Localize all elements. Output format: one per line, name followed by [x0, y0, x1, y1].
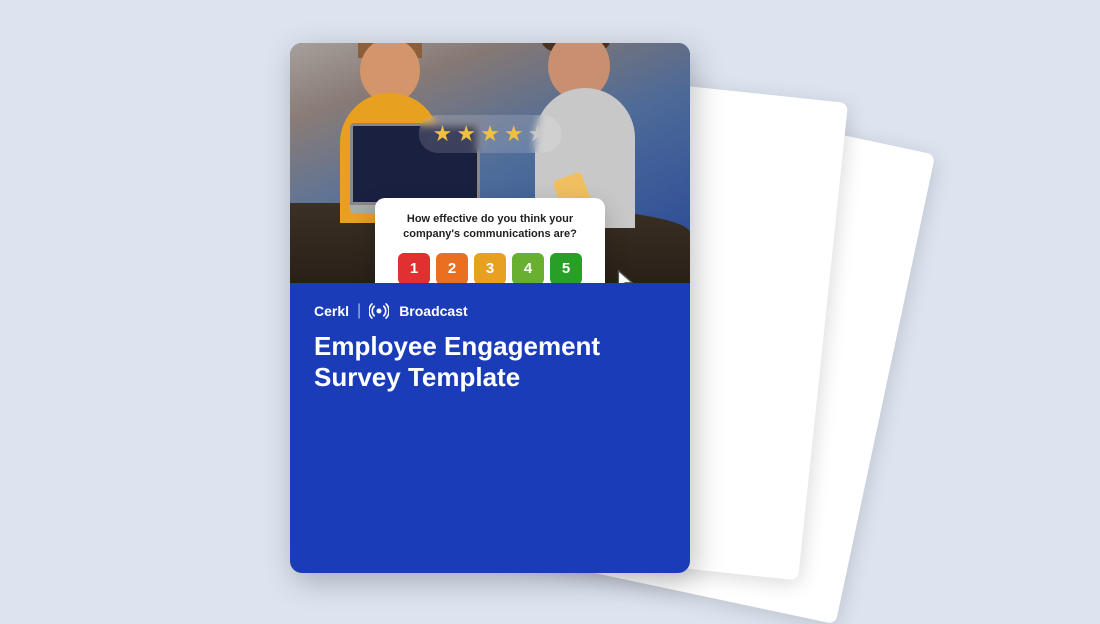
star-1: ★: [433, 121, 453, 147]
scene: n the direction ny? SomewhatConfident Hi…: [210, 38, 890, 578]
rating-2[interactable]: 2: [436, 253, 468, 283]
card-title: Employee Engagement Survey Template: [314, 331, 666, 393]
rating-5[interactable]: 5: [550, 253, 582, 283]
stars-rating: ★ ★ ★ ★ ★: [419, 115, 562, 153]
card-title-line2: Survey Template: [314, 362, 520, 392]
cursor-icon: [615, 269, 639, 283]
rating-4[interactable]: 4: [512, 253, 544, 283]
brand-row: Cerkl | Broadcast: [314, 301, 666, 321]
star-4: ★: [504, 121, 524, 147]
star-2: ★: [456, 121, 476, 147]
rating-boxes: 1 2 3 4 5: [391, 253, 589, 283]
card-photo: ★ ★ ★ ★ ★ How effective do you think you…: [290, 43, 690, 283]
survey-question: How effective do you think your company'…: [391, 212, 589, 243]
rating-1[interactable]: 1: [398, 253, 430, 283]
card-content: Cerkl | Broadcast Employee Engagement Su…: [290, 283, 690, 411]
main-card: ★ ★ ★ ★ ★ How effective do you think you…: [290, 43, 690, 573]
brand-cerkl: Cerkl: [314, 303, 349, 319]
broadcast-icon: [369, 301, 389, 321]
brand-broadcast: Broadcast: [399, 303, 467, 319]
brand-divider: |: [357, 302, 361, 320]
card-title-line1: Employee Engagement: [314, 331, 600, 361]
survey-popup: How effective do you think your company'…: [375, 198, 605, 283]
star-5: ★: [528, 121, 548, 147]
star-3: ★: [480, 121, 500, 147]
rating-3[interactable]: 3: [474, 253, 506, 283]
